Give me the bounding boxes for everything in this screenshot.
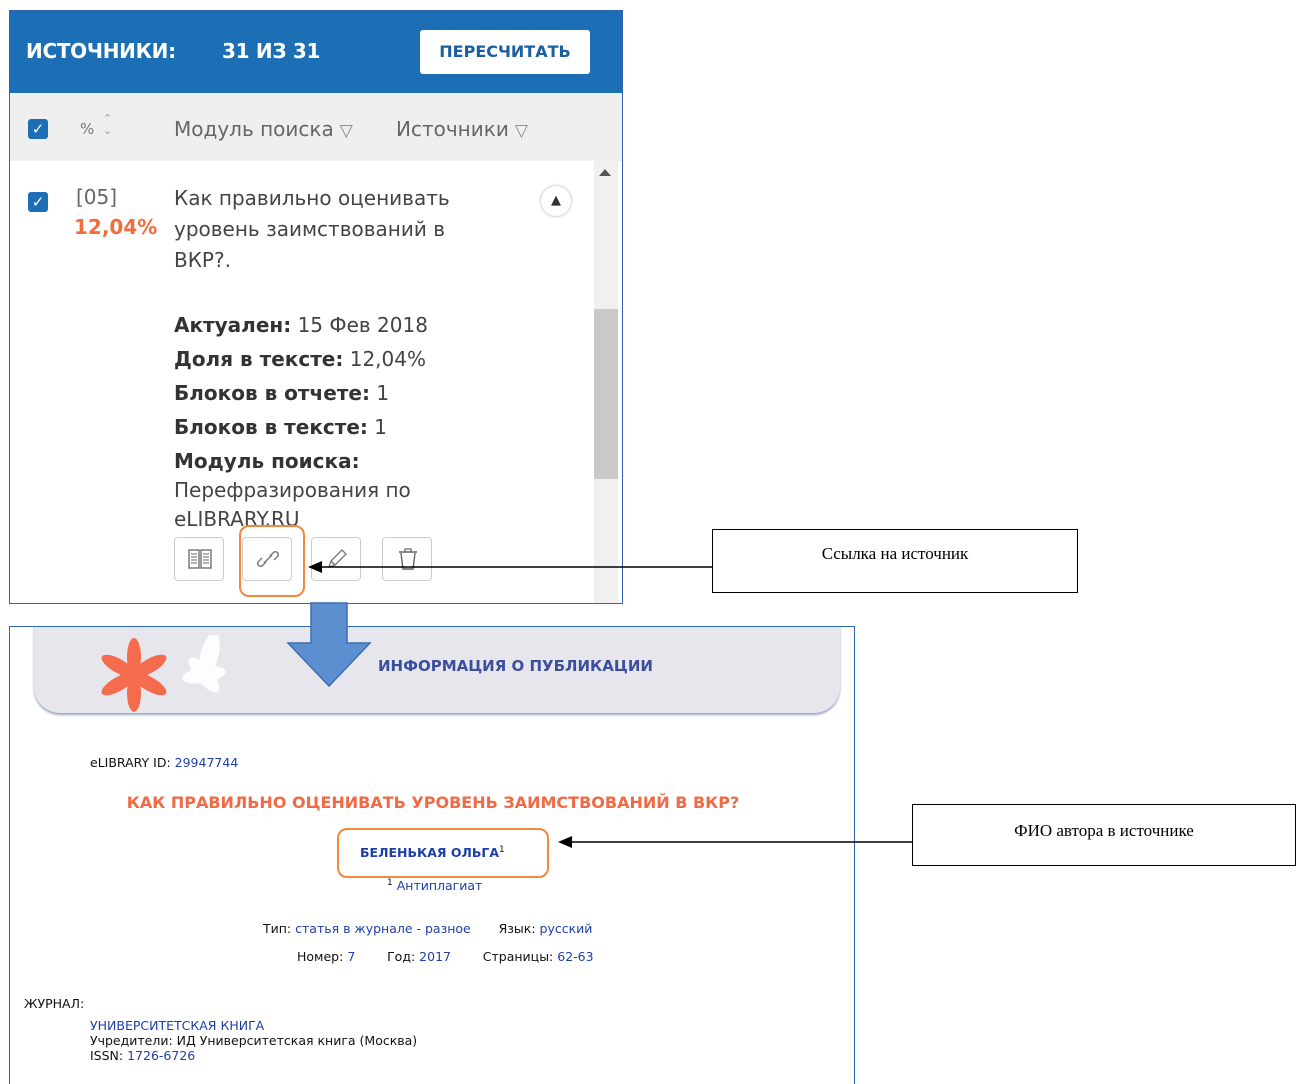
journal-label: ЖУРНАЛ: (24, 996, 85, 1011)
filter-row: ✓ % ⌃ ⌄ Модуль поиска ▽ Источники ▽ (10, 93, 622, 161)
elibrary-id: eLIBRARY ID: 29947744 (90, 755, 239, 770)
detail-module-label: Модуль поиска: (174, 449, 360, 473)
asterisk-logo-icon (101, 635, 226, 712)
detail-blocks-report: Блоков в отчете: 1 (174, 381, 390, 405)
journal-name-link[interactable]: УНИВЕРСИТЕТСКАЯ КНИГА (90, 1018, 417, 1033)
percent-sort-label[interactable]: % (80, 120, 94, 138)
funnel-icon[interactable]: ▽ (515, 121, 528, 141)
scrollbar[interactable] (594, 161, 618, 603)
journal-founders: Учредители: ИД Университетская книга (Мо… (90, 1033, 418, 1048)
journal-info: УНИВЕРСИТЕТСКАЯ КНИГА Учредители: ИД Уни… (90, 1018, 417, 1063)
author-highlight (337, 828, 549, 878)
sort-icon[interactable]: ⌃ ⌄ (103, 113, 112, 137)
sources-count: 31 ИЗ 31 (222, 39, 321, 63)
sources-title: ИСТОЧНИКИ: (26, 39, 176, 63)
affiliation-link[interactable]: Антиплагиат (397, 878, 483, 893)
sources-panel: ИСТОЧНИКИ: 31 ИЗ 31 ПЕРЕСЧИТАТЬ ✓ % ⌃ ⌄ М… (9, 10, 623, 604)
delete-button[interactable] (382, 537, 432, 581)
detail-module-value: Перефразирования по eLIBRARY.RU (174, 478, 411, 531)
chevron-up-icon: ▲ (551, 193, 561, 208)
funnel-icon[interactable]: ▽ (340, 121, 353, 141)
detail-share: Доля в тексте: 12,04% (174, 347, 426, 371)
trash-icon (399, 548, 417, 570)
open-source-button[interactable] (174, 537, 224, 581)
source-checkbox[interactable]: ✓ (28, 192, 48, 212)
journal-issn: ISSN: 1726-6726 (90, 1048, 196, 1063)
sources-header: ИСТОЧНИКИ: 31 ИЗ 31 ПЕРЕСЧИТАТЬ (10, 11, 622, 93)
callout-link: Ссылка на источник (712, 529, 1078, 593)
scroll-up-icon[interactable] (599, 169, 611, 176)
pencil-icon (327, 549, 347, 569)
callout-author: ФИО автора в источнике (912, 804, 1296, 866)
collapse-button[interactable]: ▲ (541, 186, 571, 216)
module-filter-label: Модуль поиска (174, 117, 334, 141)
source-index: [05] (76, 185, 118, 209)
affiliation: 1 Антиплагиат (387, 878, 483, 894)
source-title[interactable]: Как правильно оценивать уровень заимство… (174, 183, 504, 276)
publication-info-title: ИНФОРМАЦИЯ О ПУБЛИКАЦИИ (378, 657, 653, 675)
publication-banner: ИНФОРМАЦИЯ О ПУБЛИКАЦИИ (34, 627, 840, 713)
edit-button[interactable] (311, 537, 361, 581)
book-icon (188, 549, 212, 569)
sources-filter[interactable]: Источники ▽ (396, 117, 528, 141)
sources-filter-label: Источники (396, 117, 509, 141)
detail-blocks-text: Блоков в тексте: 1 (174, 415, 388, 439)
detail-actual: Актуален: 15 Фев 2018 (174, 313, 428, 337)
module-filter[interactable]: Модуль поиска ▽ (174, 117, 353, 141)
select-all-checkbox[interactable]: ✓ (28, 119, 48, 139)
number-year-pages-row: Номер: 7 Год: 2017 Страницы: 62-63 (297, 949, 594, 964)
source-item: ✓ [05] 12,04% Как правильно оценивать ур… (10, 161, 622, 601)
elibrary-id-value: 29947744 (174, 755, 239, 770)
link-button-highlight (239, 525, 305, 597)
publication-title: КАК ПРАВИЛЬНО ОЦЕНИВАТЬ УРОВЕНЬ ЗАИМСТВО… (126, 793, 740, 812)
source-percent: 12,04% (74, 215, 158, 239)
scrollbar-thumb[interactable] (594, 309, 618, 479)
recalc-button[interactable]: ПЕРЕСЧИТАТЬ (420, 30, 590, 74)
type-language-row: Тип: статья в журнале - разное Язык: рус… (263, 921, 593, 936)
